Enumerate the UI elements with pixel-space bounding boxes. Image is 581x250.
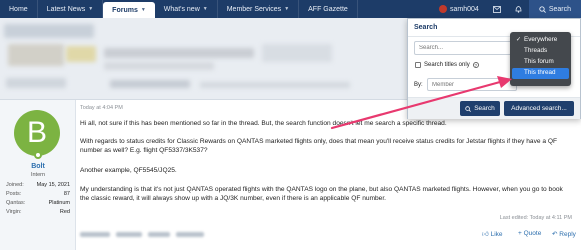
post-user-pane: B Bolt Intern Joined: May 15, 2021 Posts:… [0,100,76,250]
search-button[interactable]: Search [460,101,500,116]
redacted-block [6,78,66,88]
post-paragraph: My understanding is that it's not just Q… [80,186,563,202]
redacted-block [200,82,350,88]
chevron-down-icon[interactable]: ▼ [141,7,146,13]
alerts-button[interactable] [508,0,529,18]
scope-option-everywhere[interactable]: Everywhere [512,35,569,46]
last-edited: Last edited: Today at 4:11 PM [499,215,572,221]
stat-label: Joined: [6,182,24,188]
online-status-icon [34,151,42,159]
thumbs-up-icon: 👍︎ [482,231,489,238]
nav-right-group: samh004 Search [432,0,581,18]
post-paragraph: With regards to status credits for Class… [80,138,558,154]
stat-qantas: Qantas: Platinum [6,199,70,208]
envelope-icon [492,5,501,13]
stat-joined: Joined: May 15, 2021 [6,181,70,190]
redacted-block [104,62,214,70]
stat-label: Posts: [6,191,22,197]
user-avatar-icon [439,5,448,13]
reply-button[interactable]: ↶ Reply [552,230,576,238]
stat-value: 87 [63,191,70,197]
search-titles-only[interactable]: Search titles only ? [415,62,479,68]
nav-tab-whats-new[interactable]: What's new ▼ [155,0,218,18]
redacted-action [148,232,170,237]
post-paragraph: Another example, QF5545/JQ25. [80,167,177,174]
help-icon[interactable]: ? [472,62,479,68]
top-navigation: Home Latest News ▼ Forums ▼ What's new ▼ Me… [0,0,581,18]
nav-tab-forums[interactable]: Forums ▼ [103,2,155,18]
stat-label: Qantas: [6,200,26,206]
nav-tab-label: What's new [163,5,200,13]
scope-option-this-thread[interactable]: This thread [512,68,569,79]
post-actions: 👍︎ Like + Quote ↶ Reply [78,228,578,242]
post-content: Today at 4:04 PM ⋯ Hi all, not sure if t… [78,100,578,250]
redacted-block [104,48,254,58]
search-button-label: Search [474,105,495,112]
stat-label: Virgin: [6,209,22,215]
stat-virgin: Virgin: Red [6,208,70,217]
redacted-action [116,232,142,237]
nav-search-label: Search [548,5,571,13]
chevron-down-icon[interactable]: ▼ [88,6,93,12]
post-paragraph: Hi all, not sure if this has been mentio… [80,120,447,127]
titles-only-label: Search titles only [424,62,470,68]
username-label: samh004 [450,5,479,13]
quote-label: + Quote [518,230,542,237]
user-stats: Joined: May 15, 2021 Posts: 87 Qantas: Plat… [6,181,70,217]
search-scope-dropdown: Everywhere Threads This forum This threa… [510,32,571,86]
redacted-block [110,80,190,88]
forum-post: B Bolt Intern Joined: May 15, 2021 Posts:… [0,99,581,250]
redacted-block [4,24,94,38]
nav-tab-member-services[interactable]: Member Services ▼ [218,0,300,18]
advanced-search-label: Advanced search... [511,105,567,112]
titles-only-checkbox[interactable] [415,62,421,68]
avatar-letter: B [26,116,47,149]
search-icon [465,105,472,112]
stat-posts: Posts: 87 [6,190,70,199]
bell-icon [515,6,522,13]
scope-option-this-forum[interactable]: This forum [512,57,569,68]
stat-value: Red [59,209,70,215]
nav-tab-label: Latest News [46,5,86,13]
redacted-block [262,44,332,62]
stat-value: Platinum [48,200,70,206]
nav-search-button[interactable]: Search [528,0,581,18]
by-label: By: [414,82,423,88]
nav-tab-home[interactable]: Home [0,0,38,18]
reply-icon: ↶ [552,231,558,238]
redacted-action [176,232,204,237]
post-username[interactable]: Bolt [0,163,76,170]
quote-button[interactable]: + Quote [518,230,541,237]
nav-tab-label: Member Services [226,5,282,13]
post-date[interactable]: Today at 4:04 PM [80,105,123,111]
nav-tab-latest-news[interactable]: Latest News ▼ [38,0,104,18]
inbox-button[interactable] [486,0,508,18]
redacted-block [66,46,96,62]
stat-value: May 15, 2021 [36,182,70,188]
search-icon [539,5,546,13]
avatar[interactable]: B [14,110,60,156]
like-label: Like [490,231,503,238]
user-menu[interactable]: samh004 [432,0,486,18]
search-popup-footer: Search Advanced search... [408,97,580,119]
like-button[interactable]: 👍︎ Like [482,230,503,238]
chevron-down-icon[interactable]: ▼ [284,6,289,12]
redacted-block [8,44,64,66]
member-input[interactable] [427,78,517,91]
user-title: Intern [30,172,46,178]
redacted-action [80,232,110,237]
nav-tab-label: Forums [112,6,138,14]
chevron-down-icon[interactable]: ▼ [203,6,208,12]
reply-label: Reply [559,231,576,238]
scope-option-threads[interactable]: Threads [512,46,569,57]
nav-tab-aff-gazette[interactable]: AFF Gazette [299,0,358,18]
search-input[interactable] [414,41,517,55]
advanced-search-button[interactable]: Advanced search... [504,101,574,116]
